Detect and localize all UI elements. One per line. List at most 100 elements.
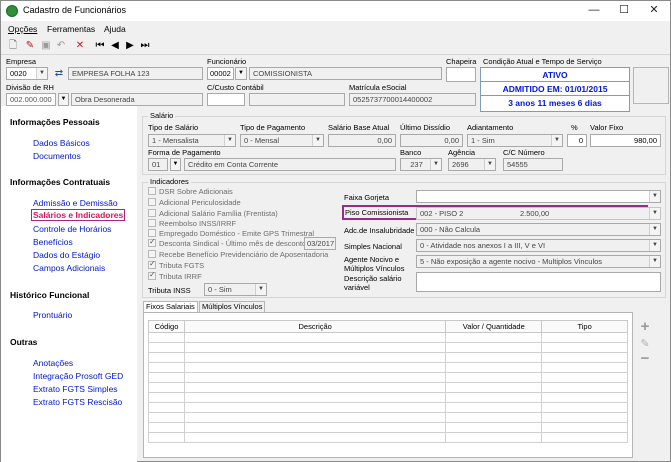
check-empregado-domestico[interactable]: Empregado Doméstico - Emite GPS Trimestr…: [148, 229, 314, 238]
menu-ferramentas[interactable]: Ferramentas: [47, 24, 95, 34]
table-row[interactable]: [148, 342, 628, 353]
remove-icon[interactable]: −: [638, 351, 652, 366]
menu-ajuda[interactable]: Ajuda: [104, 24, 126, 34]
sidebar-item-admissao-demissao[interactable]: Admissão e Demissão: [33, 198, 118, 208]
checkbox[interactable]: [148, 259, 156, 270]
sidebar-item-beneficios[interactable]: Benefícios: [33, 237, 73, 247]
forma-pagamento-lookup-button[interactable]: ▼: [170, 158, 181, 171]
check-reembolso-inss[interactable]: Reembolso INSS/IRRF: [148, 219, 236, 228]
column-header-codigo[interactable]: Código: [148, 320, 185, 333]
check-salario-familia[interactable]: Adicional Salário Família (Frentista): [148, 209, 278, 218]
tributa-inss-select[interactable]: 0 - Sim ▼: [204, 283, 267, 296]
divisao-lookup-button[interactable]: ▼: [58, 93, 69, 106]
descricao-variavel-field[interactable]: [416, 272, 661, 292]
funcionario-lookup-button[interactable]: ▼: [235, 67, 247, 80]
adiantamento-select[interactable]: 1 - Sim ▼: [467, 134, 563, 147]
check-dsr-adicionais[interactable]: DSR Sobre Adicionais: [148, 187, 233, 196]
checkbox[interactable]: [148, 229, 156, 238]
simples-nacional-select[interactable]: 0 - Atividade nos anexos I a III, V e VI…: [416, 239, 661, 252]
checkbox[interactable]: [148, 209, 156, 218]
table-row[interactable]: [148, 372, 628, 383]
table-row[interactable]: [148, 382, 628, 393]
delete-icon[interactable]: ✕: [73, 39, 87, 53]
toolbar: 🗋 ✎ ▣ ↶ ✕ ⏮ ◀ ▶ ⏭: [1, 38, 670, 55]
indicadores-group-label: Indicadores: [148, 177, 191, 186]
chapeira-field[interactable]: [446, 67, 476, 82]
piso-name: 002 - PISO 2: [420, 209, 464, 218]
simples-nacional-label: Simples Nacional: [344, 242, 402, 251]
table-row[interactable]: [148, 432, 628, 443]
checkbox[interactable]: [148, 237, 156, 248]
menu-opcoes[interactable]: Opções: [8, 24, 37, 34]
table-row[interactable]: [148, 402, 628, 413]
table-row[interactable]: [148, 392, 628, 403]
check-desconta-sindical[interactable]: Desconta Sindical - Último mês de descon…: [148, 237, 306, 248]
last-record-icon[interactable]: ⏭: [138, 39, 152, 53]
agencia-select[interactable]: 2696 ▼: [448, 158, 496, 171]
previous-record-icon[interactable]: ◀: [108, 39, 122, 53]
menu-bar: Opções Ferramentas Ajuda: [1, 22, 670, 37]
checkbox[interactable]: [148, 270, 156, 281]
edit-icon[interactable]: ✎: [23, 39, 37, 53]
column-header-tipo[interactable]: Tipo: [541, 320, 628, 333]
maximize-button[interactable]: ☐: [609, 1, 639, 21]
forma-pagamento-label: Forma de Pagamento: [148, 148, 221, 157]
new-document-icon[interactable]: 🗋: [6, 39, 20, 53]
add-icon[interactable]: +: [638, 319, 652, 334]
descricao-variavel-label: Descrição salário variável: [344, 274, 402, 292]
piso-select[interactable]: 002 - PISO 2 2.500,00 ▼: [416, 207, 661, 220]
valor-fixo-field[interactable]: 980,00: [590, 134, 661, 147]
sidebar-item-documentos[interactable]: Documentos: [33, 151, 81, 161]
chevron-down-icon[interactable]: ▼: [36, 68, 47, 79]
tipo-salario-label: Tipo de Salário: [148, 123, 199, 132]
agente-nocivo-select[interactable]: 5 - Não exposição a agente nocivo - Mult…: [416, 255, 661, 268]
table-row[interactable]: [148, 412, 628, 423]
table-row[interactable]: [148, 422, 628, 433]
first-record-icon[interactable]: ⏮: [93, 39, 107, 53]
sidebar-item-salarios-indicadores[interactable]: Salários e Indicadores: [31, 209, 126, 221]
save-icon[interactable]: ▣: [39, 39, 53, 53]
sidebar-item-anotacoes[interactable]: Anotações: [33, 358, 73, 368]
banco-select[interactable]: 237 ▼: [400, 158, 442, 171]
sidebar-item-extrato-fgts-rescisao[interactable]: Extrato FGTS Rescisão: [33, 397, 122, 407]
empresa-code-field[interactable]: 0020 ▼: [6, 67, 48, 80]
ccusto-field[interactable]: [207, 93, 245, 106]
divisao-code-field[interactable]: 002.000.000: [6, 93, 56, 106]
check-tributa-irrf[interactable]: Tributa IRRF: [148, 270, 202, 281]
company-link-icon[interactable]: ⇄: [52, 67, 66, 80]
tipo-pagamento-select[interactable]: 0 - Mensal ▼: [240, 134, 324, 147]
salario-base-label: Salário Base Atual: [328, 123, 390, 132]
table-row[interactable]: [148, 352, 628, 363]
sidebar-item-extrato-fgts-simples[interactable]: Extrato FGTS Simples: [33, 384, 118, 394]
checkbox[interactable]: [148, 187, 156, 196]
insalubridade-label: Adc.de Insalubridade: [344, 226, 415, 235]
sidebar-item-dados-basicos[interactable]: Dados Básicos: [33, 138, 90, 148]
check-beneficio-aposentadoria[interactable]: Recebe Benefício Previdenciário de Apose…: [148, 250, 328, 259]
sidebar-item-campos-adicionais[interactable]: Campos Adicionais: [33, 263, 105, 273]
forma-pagamento-code-field[interactable]: 01: [148, 158, 168, 171]
column-header-valor[interactable]: Valor / Quantidade: [445, 320, 543, 333]
sidebar-item-prontuario[interactable]: Prontuário: [33, 310, 72, 320]
check-tributa-fgts[interactable]: Tributa FGTS: [148, 259, 204, 270]
minimize-button[interactable]: —: [579, 1, 609, 21]
percent-field[interactable]: 0: [567, 134, 587, 147]
sidebar-item-dados-estagio[interactable]: Dados do Estágio: [33, 250, 100, 260]
checkbox[interactable]: [148, 198, 156, 207]
insalubridade-select[interactable]: 000 - Não Calcula ▼: [416, 223, 661, 236]
tipo-salario-select[interactable]: 1 - Mensalista ▼: [148, 134, 236, 147]
check-adicional-periculosidade[interactable]: Adicional Periculosidade: [148, 198, 241, 207]
pencil-icon[interactable]: ✎: [638, 337, 652, 351]
column-header-descricao[interactable]: Descrição: [183, 320, 447, 333]
checkbox[interactable]: [148, 219, 156, 228]
sidebar-item-controle-horarios[interactable]: Controle de Horários: [33, 224, 111, 234]
checkbox[interactable]: [148, 250, 156, 259]
table-row[interactable]: [148, 362, 628, 373]
faixa-gorjeta-select[interactable]: ▼: [416, 190, 661, 203]
funcionario-code-field[interactable]: 00002: [207, 67, 234, 80]
sidebar-item-integracao-ged[interactable]: Integração Prosoft GED: [33, 371, 123, 381]
undo-icon[interactable]: ↶: [54, 39, 68, 53]
next-record-icon[interactable]: ▶: [123, 39, 137, 53]
table-row[interactable]: [148, 332, 628, 343]
close-button[interactable]: ✕: [639, 1, 669, 21]
forma-pagamento-name-field: Crédito em Conta Corrente: [184, 158, 396, 171]
